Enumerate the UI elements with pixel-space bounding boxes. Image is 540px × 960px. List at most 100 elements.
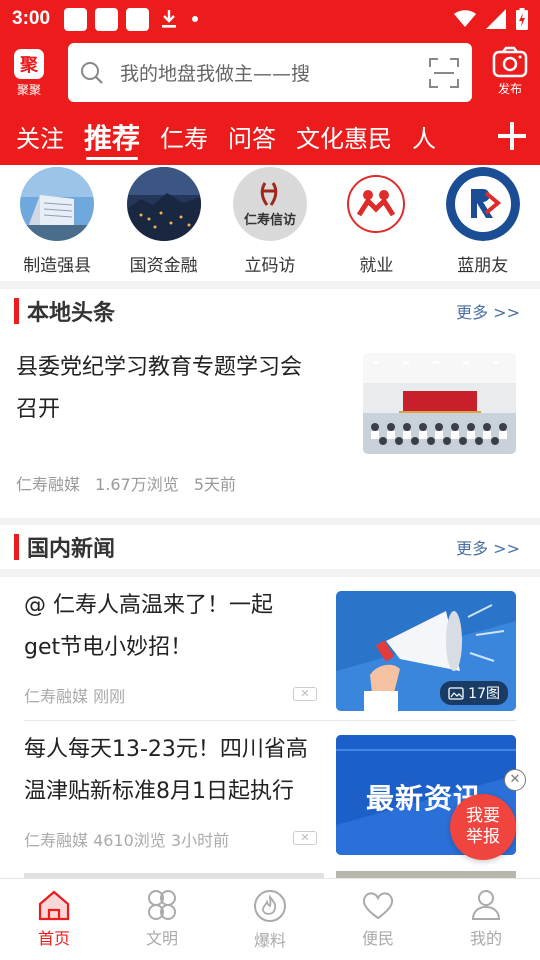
tab-follow[interactable]: 关注 <box>0 108 68 165</box>
tab-recommend[interactable]: 推荐 <box>68 108 144 165</box>
tab-renshou[interactable]: 仁寿 <box>144 108 212 165</box>
nav-services[interactable]: 便民 <box>324 879 432 960</box>
nav-label: 便民 <box>361 929 394 948</box>
channel-label: 国资金融 <box>129 256 198 276</box>
channel-tabs: 关注 推荐 仁寿 问答 文化惠民 人 <box>0 108 540 165</box>
channel-firefighter[interactable]: 蓝朋友 <box>433 167 533 281</box>
signal-icon <box>486 9 506 29</box>
news-title-line: 温津贴新标准8月1日起执行 <box>24 779 294 804</box>
tab-culture[interactable]: 文化惠民 <box>280 108 396 165</box>
home-icon <box>38 890 70 921</box>
local-news-section: 本地头条 更多 >> 县委党纪学习教育专题学习会 召开 仁寿融媒 1.67万浏览… <box>0 289 540 518</box>
news-title-line: get节电小妙招！ <box>24 635 193 660</box>
nav-civilization[interactable]: 文明 <box>108 879 216 960</box>
report-button[interactable]: 我要 举报 <box>450 794 516 860</box>
nav-label: 首页 <box>37 929 70 948</box>
publish-label: 发布 <box>497 82 522 96</box>
news-title-line: 每人每天13-23元！四川省高 <box>24 737 308 762</box>
section-header: 国内新闻 更多 >> <box>0 525 540 569</box>
dismiss-button[interactable]: ✕ <box>293 687 317 701</box>
app-screen: 3:00 聚 聚聚 我的地盘我做主——搜 发布 关注 推荐 仁寿 问答 文化惠民… <box>0 0 540 960</box>
nav-label: 我的 <box>469 929 502 948</box>
news-meta: 仁寿融媒 刚刚 <box>24 687 126 706</box>
battery-icon <box>516 8 528 30</box>
channel-label: 制造强县 <box>23 256 92 276</box>
channel-employment[interactable]: 就业 <box>326 167 426 281</box>
clover-icon <box>148 890 176 920</box>
report-label-line: 举报 <box>466 827 500 847</box>
nav-tipoff[interactable]: 爆料 <box>216 879 324 960</box>
city-night-icon <box>126 167 201 241</box>
status-time: 3:00 <box>12 8 51 29</box>
more-notifications-icon <box>192 16 199 22</box>
search-icon <box>81 61 103 84</box>
wifi-icon <box>454 10 476 27</box>
heart-icon <box>362 892 394 920</box>
image-count: 17图 <box>468 686 500 702</box>
section-marker <box>14 534 19 560</box>
brand-label: 聚聚 <box>16 82 41 97</box>
news-title-line: @ 仁寿人高温来了！一起 <box>24 593 273 618</box>
section-marker <box>14 298 19 324</box>
channel-manufacturing[interactable]: 制造强县 <box>7 167 107 281</box>
petition-logo-text: 仁寿信访 <box>243 212 296 228</box>
building-photo-icon <box>20 167 95 241</box>
scan-icon[interactable] <box>428 57 460 89</box>
news-title: @ 仁寿人高温来了！一起 get节电小妙招！ <box>24 585 324 669</box>
app-notification-icon <box>95 7 119 31</box>
meeting-photo-thumbnail <box>363 353 516 454</box>
news-title: 县委党纪学习教育专题学习会 召开 <box>16 347 346 431</box>
news-item[interactable]: 县委党纪学习教育专题学习会 召开 仁寿融媒 1.67万浏览 5天前 <box>0 333 540 518</box>
status-bar: 3:00 <box>0 0 540 38</box>
employment-logo-icon <box>339 167 414 241</box>
nav-label: 爆料 <box>253 931 286 950</box>
brand-logo-icon: 聚 <box>14 48 44 79</box>
channel-label: 立码访 <box>244 256 296 276</box>
news-views: 1.67万浏览 <box>95 475 179 494</box>
section-title: 国内新闻 <box>27 537 116 562</box>
nav-label: 文明 <box>145 929 178 948</box>
image-icon <box>448 686 464 700</box>
news-source: 仁寿融媒 <box>16 475 81 494</box>
tab-people[interactable]: 人 <box>396 108 440 165</box>
more-link[interactable]: 更多 >> <box>456 535 520 559</box>
section-header: 本地头条 更多 >> <box>0 289 540 333</box>
image-count-badge: 17图 <box>440 681 508 705</box>
channel-grid: 制造强县 国资金融 仁寿信访 立码访 就业 蓝朋友 <box>0 165 540 281</box>
search-box[interactable]: 我的地盘我做主——搜 <box>68 43 472 102</box>
system-icons <box>454 8 528 30</box>
petition-logo-icon: 仁寿信访 <box>232 167 307 241</box>
news-item[interactable] <box>0 865 540 879</box>
add-tab-icon[interactable] <box>496 120 528 152</box>
nav-home[interactable]: 首页 <box>0 879 108 960</box>
close-circle-icon[interactable]: ✕ <box>504 769 526 791</box>
section-title: 本地头条 <box>27 301 116 326</box>
publish-button[interactable]: 发布 <box>490 46 530 97</box>
header: 聚 聚聚 我的地盘我做主——搜 发布 <box>0 38 540 108</box>
news-meta: 仁寿融媒 4610浏览 3小时前 <box>24 831 230 850</box>
more-link[interactable]: 更多 >> <box>456 299 520 323</box>
channel-finance[interactable]: 国资金融 <box>114 167 214 281</box>
app-notification-icon <box>64 7 88 31</box>
firefighter-badge-icon <box>445 167 520 241</box>
news-title-line: 县委党纪学习教育专题学习会 <box>16 355 303 380</box>
brand-button[interactable]: 聚 聚聚 <box>0 48 58 98</box>
tab-qa[interactable]: 问答 <box>212 108 280 165</box>
megaphone-thumbnail: 17图 <box>336 591 516 711</box>
news-meta: 仁寿融媒 1.67万浏览 5天前 <box>16 471 236 495</box>
news-title-line: 召开 <box>16 397 61 422</box>
dismiss-button[interactable]: ✕ <box>293 831 317 845</box>
bottom-nav: 首页 文明 爆料 便民 我的 <box>0 878 540 960</box>
section-divider <box>0 569 540 577</box>
news-title: 每人每天13-23元！四川省高 温津贴新标准8月1日起执行 <box>24 729 334 813</box>
notification-icons <box>64 7 199 31</box>
news-item[interactable]: @ 仁寿人高温来了！一起 get节电小妙招！ 仁寿融媒 刚刚 ✕ 17图 <box>0 577 540 721</box>
search-placeholder: 我的地盘我做主——搜 <box>120 63 311 85</box>
camera-icon <box>492 46 528 78</box>
nav-profile[interactable]: 我的 <box>432 879 540 960</box>
channel-label: 就业 <box>359 256 394 276</box>
user-icon <box>471 890 501 920</box>
channel-petition[interactable]: 仁寿信访 立码访 <box>220 167 320 281</box>
download-icon <box>157 8 180 31</box>
news-time: 5天前 <box>193 475 237 494</box>
